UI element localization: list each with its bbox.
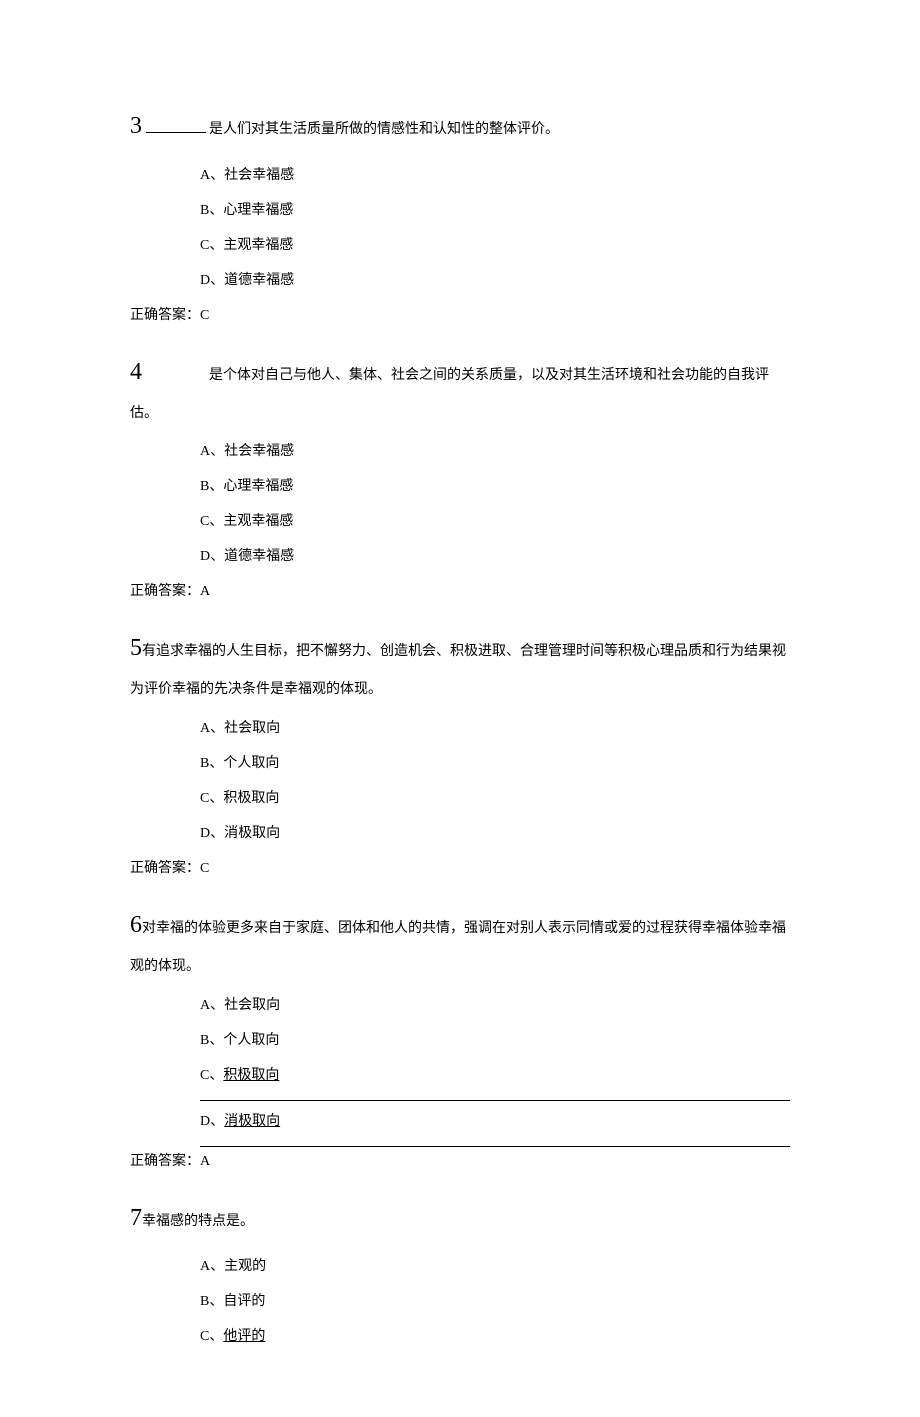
correct-answer: 正确答案：A — [130, 1151, 790, 1172]
question-4: 4 是个体对自己与他人、集体、社会之间的关系质量，以及对其生活环境和社会功能的自… — [130, 346, 790, 603]
stem-text: 对幸福的体验更多来自于家庭、团体和他人的共情，强调在对别人表示同情或爱的过程获得… — [130, 921, 786, 974]
option-d: D、消极取向 — [200, 823, 790, 844]
divider-line — [200, 1146, 790, 1147]
option-a: A、社会取向 — [200, 718, 790, 739]
correct-answer: 正确答案：A — [130, 581, 790, 602]
option-c: C、积极取向 — [200, 788, 790, 809]
question-number: 7 — [130, 1205, 142, 1231]
question-stem: 7幸福感的特点是。 — [130, 1192, 790, 1245]
option-a: A、社会幸福感 — [200, 441, 790, 462]
option-a: A、主观的 — [200, 1256, 790, 1277]
options-list: A、社会取向 B、个人取向 C、积极取向 D、消极取向 — [130, 718, 790, 844]
option-c: C、主观幸福感 — [200, 511, 790, 532]
option-d: D、道德幸福感 — [200, 270, 790, 291]
question-stem: 3 是人们对其生活质量所做的情感性和认知性的整体评价。 — [130, 100, 790, 153]
stem-text: 有追求幸福的人生目标，把不懈努力、创造机会、积极进取、合理管理时间等积极心理品质… — [130, 644, 786, 697]
question-stem: 6对幸福的体验更多来自于家庭、团体和他人的共情，强调在对别人表示同情或爱的过程获… — [130, 899, 790, 983]
divider-line — [200, 1100, 790, 1101]
correct-answer: 正确答案：C — [130, 858, 790, 879]
options-list: A、主观的 B、自评的 C、他评的 — [130, 1256, 790, 1347]
option-b: B、个人取向 — [200, 753, 790, 774]
question-stem: 4 是个体对自己与他人、集体、社会之间的关系质量，以及对其生活环境和社会功能的自… — [130, 346, 790, 430]
options-list: A、社会取向 B、个人取向 C、积极取向 D、消极取向 — [130, 995, 790, 1147]
option-c: C、积极取向 — [200, 1065, 790, 1086]
options-list: A、社会幸福感 B、心理幸福感 C、主观幸福感 D、道德幸福感 — [130, 441, 790, 567]
option-a: A、社会幸福感 — [200, 165, 790, 186]
question-5: 5有追求幸福的人生目标，把不懈努力、创造机会、积极进取、合理管理时间等积极心理品… — [130, 622, 790, 879]
stem-text: 是人们对其生活质量所做的情感性和认知性的整体评价。 — [209, 122, 559, 137]
question-number: 4 — [130, 359, 142, 385]
question-3: 3 是人们对其生活质量所做的情感性和认知性的整体评价。 A、社会幸福感 B、心理… — [130, 100, 790, 326]
question-stem: 5有追求幸福的人生目标，把不懈努力、创造机会、积极进取、合理管理时间等积极心理品… — [130, 622, 790, 706]
option-c: C、他评的 — [200, 1326, 790, 1347]
option-b: B、心理幸福感 — [200, 200, 790, 221]
option-d: D、消极取向 — [200, 1111, 790, 1132]
option-c: C、主观幸福感 — [200, 235, 790, 256]
stem-text: 是个体对自己与他人、集体、社会之间的关系质量，以及对其生活环境和社会功能的自我评… — [130, 368, 769, 421]
option-b: B、个人取向 — [200, 1030, 790, 1051]
question-6: 6对幸福的体验更多来自于家庭、团体和他人的共情，强调在对别人表示同情或爱的过程获… — [130, 899, 790, 1172]
stem-text: 幸福感的特点是。 — [142, 1214, 254, 1229]
question-7: 7幸福感的特点是。 A、主观的 B、自评的 C、他评的 — [130, 1192, 790, 1348]
correct-answer: 正确答案：C — [130, 305, 790, 326]
option-b: B、心理幸福感 — [200, 476, 790, 497]
option-d: D、道德幸福感 — [200, 546, 790, 567]
question-number: 5 — [130, 635, 142, 661]
fill-blank — [146, 118, 206, 133]
option-a: A、社会取向 — [200, 995, 790, 1016]
option-b: B、自评的 — [200, 1291, 790, 1312]
question-number: 3 — [130, 113, 142, 139]
options-list: A、社会幸福感 B、心理幸福感 C、主观幸福感 D、道德幸福感 — [130, 165, 790, 291]
question-number: 6 — [130, 912, 142, 938]
